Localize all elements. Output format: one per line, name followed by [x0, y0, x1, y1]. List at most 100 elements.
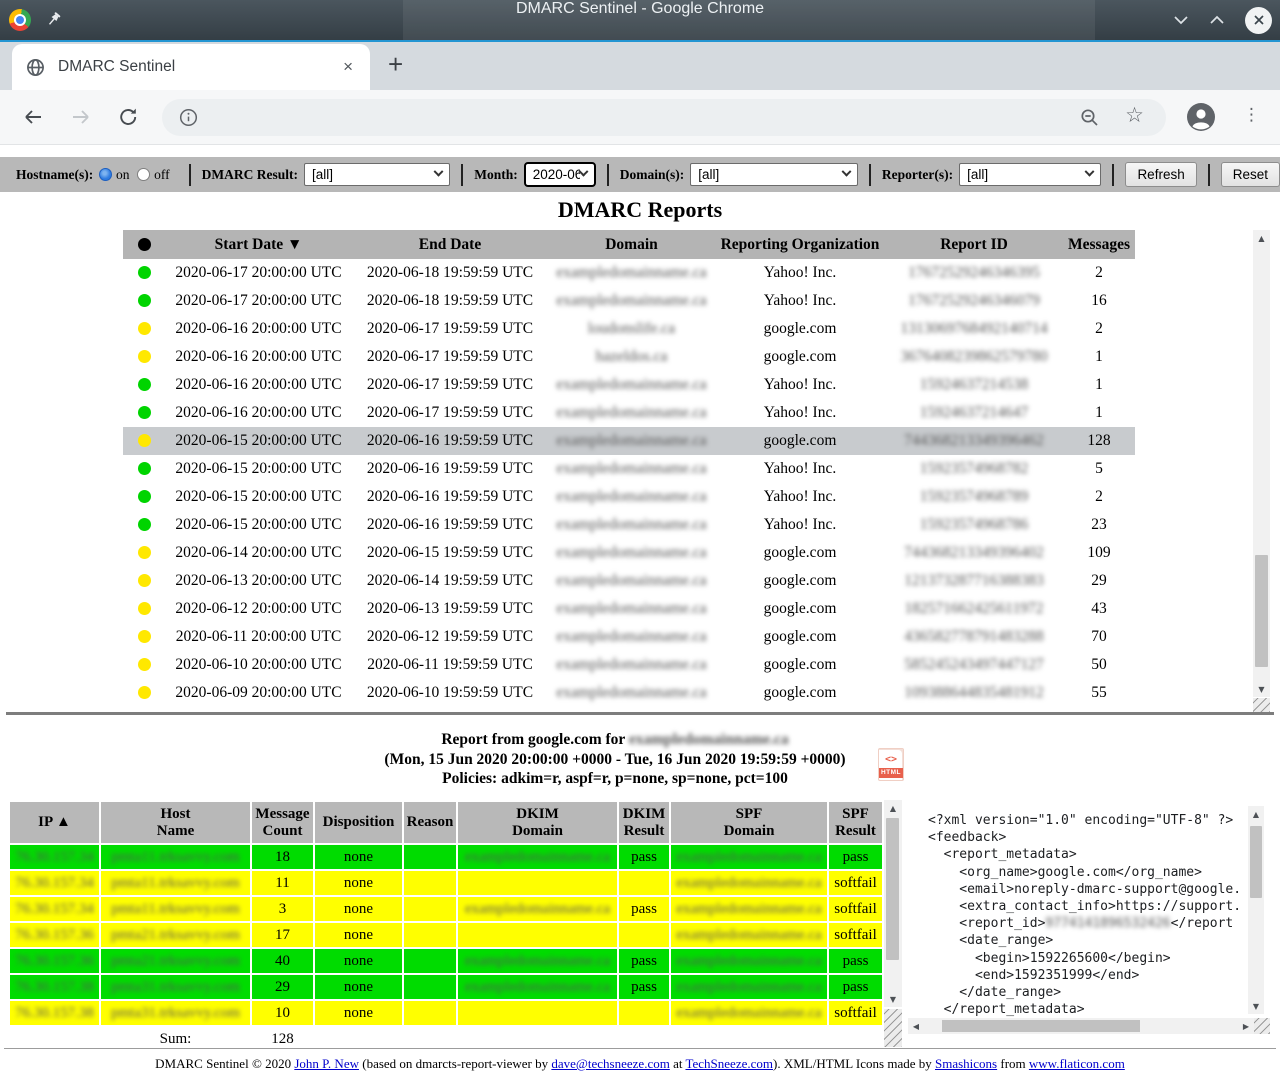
report-row[interactable]: 2020-06-16 20:00:00 UTC2020-06-17 19:59:…	[123, 399, 1135, 427]
report-id: 109388644835481912	[885, 679, 1063, 707]
month-select[interactable]: 2020-06	[524, 162, 596, 187]
refresh-button[interactable]: Refresh	[1125, 162, 1196, 187]
col-reporting-org[interactable]: Reporting Organization	[715, 230, 885, 259]
domain-redacted: hazeldos.ca	[596, 348, 668, 365]
disposition: none	[315, 949, 402, 973]
divider	[607, 164, 609, 186]
scrollbar-thumb[interactable]	[942, 1020, 1140, 1032]
dkim-domain: exampledomainname.ca	[458, 975, 617, 999]
new-tab-button[interactable]: +	[388, 49, 403, 80]
status-dot-icon	[138, 518, 151, 531]
spf-domain: exampledomainname.ca	[671, 975, 827, 999]
back-icon[interactable]	[22, 107, 44, 127]
col-status-dot	[123, 230, 165, 259]
minimize-icon[interactable]	[1173, 14, 1189, 26]
xml-vscrollbar[interactable]: ▲ ▼	[1248, 806, 1264, 1014]
dmarc-result-select[interactable]: [all]	[304, 163, 450, 186]
scroll-right-icon[interactable]: ▶	[1238, 1018, 1254, 1034]
report-row[interactable]: 2020-06-15 20:00:00 UTC2020-06-16 19:59:…	[123, 455, 1135, 483]
scroll-left-icon[interactable]: ◀	[908, 1018, 924, 1034]
report-row[interactable]: 2020-06-16 20:00:00 UTC2020-06-17 19:59:…	[123, 371, 1135, 399]
report-row[interactable]: 2020-06-15 20:00:00 UTC2020-06-16 19:59:…	[123, 511, 1135, 539]
reporter-select[interactable]: [all]	[959, 163, 1101, 186]
divider	[189, 164, 191, 186]
reload-icon[interactable]	[118, 107, 140, 127]
reporting-org: google.com	[715, 315, 885, 343]
start-date: 2020-06-09 20:00:00 UTC	[165, 679, 352, 707]
scroll-up-icon[interactable]: ▲	[884, 800, 902, 816]
resize-grip[interactable]	[1253, 698, 1270, 712]
profile-avatar[interactable]	[1186, 102, 1216, 132]
footer-link[interactable]: dave@techsneeze.com	[551, 1056, 669, 1071]
report-row[interactable]: 2020-06-09 20:00:00 UTC2020-06-10 19:59:…	[123, 679, 1135, 707]
report-row[interactable]: 2020-06-14 20:00:00 UTC2020-06-15 19:59:…	[123, 539, 1135, 567]
col-messages[interactable]: Messages	[1063, 230, 1135, 259]
col-domain[interactable]: Domain	[548, 230, 715, 259]
resize-grip[interactable]	[1254, 1018, 1270, 1034]
scroll-down-icon[interactable]: ▼	[1248, 998, 1264, 1014]
scroll-up-icon[interactable]: ▲	[1248, 806, 1264, 822]
status-dot-cell	[123, 259, 165, 287]
footer-link[interactable]: www.flaticon.com	[1029, 1056, 1125, 1071]
col-message-count: Message Count	[252, 802, 313, 843]
scrollbar-thumb[interactable]	[1250, 826, 1262, 898]
report-row[interactable]: 2020-06-12 20:00:00 UTC2020-06-13 19:59:…	[123, 595, 1135, 623]
col-start-date[interactable]: Start Date ▼	[165, 230, 352, 259]
address-bar[interactable]: ☆	[162, 99, 1166, 136]
menu-kebab-icon[interactable]: ⋮	[1243, 105, 1260, 125]
report-row[interactable]: 2020-06-17 20:00:00 UTC2020-06-18 19:59:…	[123, 287, 1135, 315]
domain-select[interactable]: [all]	[690, 163, 858, 186]
page-info-icon[interactable]	[179, 108, 198, 127]
footer-link[interactable]: TechSneeze.com	[685, 1056, 773, 1071]
footer-link[interactable]: Smashicons	[935, 1056, 997, 1071]
report-id-redacted: 744368213349396462	[904, 432, 1044, 449]
messages: 2	[1063, 315, 1135, 343]
zoom-out-icon[interactable]	[1080, 108, 1100, 128]
domain-redacted: loudonslife.ca	[588, 320, 675, 337]
chevron-down-icon	[434, 167, 444, 177]
html-view-icon[interactable]: <> HTML	[878, 748, 904, 781]
domain-redacted: exampledomainname.ca	[556, 600, 706, 617]
report-row[interactable]: 2020-06-15 20:00:00 UTC2020-06-16 19:59:…	[123, 483, 1135, 511]
sum-value: 128	[252, 1027, 313, 1047]
report-row[interactable]: 2020-06-16 20:00:00 UTC2020-06-17 19:59:…	[123, 343, 1135, 371]
report-row[interactable]: 2020-06-17 20:00:00 UTC2020-06-18 19:59:…	[123, 259, 1135, 287]
status-dot-cell	[123, 511, 165, 539]
hostname-on-radio[interactable]	[99, 168, 112, 181]
domain-redacted: exampledomainname.ca	[556, 684, 706, 701]
status-dot-icon	[138, 434, 151, 447]
hostname-off-radio[interactable]	[137, 168, 150, 181]
domain: exampledomainname.ca	[548, 455, 715, 483]
host-name: pmta31.trksavvy.com	[101, 1001, 250, 1025]
bookmark-star-icon[interactable]: ☆	[1125, 103, 1144, 127]
detail-scrollbar[interactable]: ▲ ▼	[884, 800, 902, 1007]
reset-button[interactable]: Reset	[1221, 162, 1280, 187]
scrollbar-thumb[interactable]	[886, 818, 899, 960]
tab-dmarc-sentinel[interactable]: DMARC Sentinel ×	[12, 44, 370, 90]
scroll-down-icon[interactable]: ▼	[884, 991, 902, 1007]
maximize-icon[interactable]	[1209, 14, 1225, 26]
footer-link[interactable]: John P. New	[294, 1056, 359, 1071]
close-window-icon[interactable]	[1245, 7, 1272, 34]
xml-line: </report_metadata>	[928, 1001, 1240, 1018]
report-row[interactable]: 2020-06-13 20:00:00 UTC2020-06-14 19:59:…	[123, 567, 1135, 595]
resize-grip[interactable]	[884, 1009, 902, 1047]
forward-icon[interactable]	[70, 107, 92, 127]
report-row[interactable]: 2020-06-15 20:00:00 UTC2020-06-16 19:59:…	[123, 427, 1135, 455]
col-ip[interactable]: IP ▲	[10, 802, 99, 843]
tab-close-icon[interactable]: ×	[340, 57, 356, 77]
scrollbar-thumb[interactable]	[1255, 555, 1268, 667]
col-report-id[interactable]: Report ID	[885, 230, 1063, 259]
footer-text: (based on dmarcts-report-viewer by	[359, 1056, 551, 1071]
scroll-down-icon[interactable]: ▼	[1253, 681, 1270, 697]
report-row[interactable]: 2020-06-11 20:00:00 UTC2020-06-12 19:59:…	[123, 623, 1135, 651]
xml-hscrollbar[interactable]: ◀ ▶	[908, 1018, 1254, 1034]
domain: exampledomainname.ca	[548, 623, 715, 651]
scroll-up-icon[interactable]: ▲	[1253, 230, 1270, 246]
report-row[interactable]: 2020-06-10 20:00:00 UTC2020-06-11 19:59:…	[123, 651, 1135, 679]
reports-scrollbar[interactable]: ▲ ▼	[1253, 230, 1270, 697]
domain-redacted: exampledomainname.ca	[556, 628, 706, 645]
col-end-date[interactable]: End Date	[352, 230, 548, 259]
report-row[interactable]: 2020-06-16 20:00:00 UTC2020-06-17 19:59:…	[123, 315, 1135, 343]
disposition: none	[315, 845, 402, 869]
